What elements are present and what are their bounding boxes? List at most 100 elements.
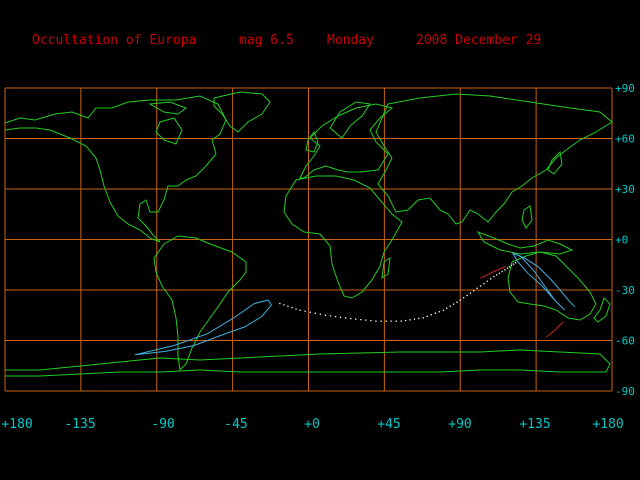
latitude-label: +60 [615, 133, 635, 146]
central-track-point [405, 319, 407, 322]
central-track-point [390, 320, 392, 322]
coast-europe [299, 103, 394, 179]
central-track-point [483, 283, 485, 285]
latitude-label: -90 [615, 385, 635, 398]
longitude-label: -135 [64, 417, 95, 432]
longitude-label: -45 [224, 417, 247, 432]
latitude-label: +30 [615, 183, 635, 196]
central-track-point [430, 314, 432, 316]
central-track-point [304, 310, 306, 312]
central-track-point [456, 301, 458, 303]
central-track-point [350, 318, 352, 320]
title-weekday: Monday [327, 33, 374, 48]
longitude-label: +90 [448, 417, 471, 432]
central-track-point [426, 315, 428, 317]
central-track-point [508, 266, 511, 268]
central-track-point [449, 305, 451, 307]
central-track-point [283, 304, 285, 306]
coast-antarctica [5, 349, 611, 377]
central-track-point [409, 319, 411, 321]
central-track-point [370, 320, 372, 322]
longitude-label: +0 [304, 417, 320, 432]
central-track-point [438, 311, 440, 313]
longitude-label: +180 [592, 417, 623, 432]
occultation-map: Occultation of Europa mag 6.5 Monday 200… [1, 33, 635, 432]
coast-new-zealand [593, 297, 611, 323]
central-track-point [413, 318, 416, 320]
inner-limit-line [512, 252, 566, 311]
central-track-point [295, 308, 297, 310]
occultation-tracks [134, 252, 576, 356]
central-track-point [434, 312, 436, 314]
latitude-labels: +90 +60 +30 +0 -30 -60 -90 [615, 82, 635, 398]
central-track-point [380, 320, 382, 322]
central-track-point [442, 309, 445, 311]
title-object: Occultation of Europa [32, 33, 196, 48]
central-track-point [501, 270, 503, 273]
central-track-point [418, 317, 420, 320]
central-track-point [422, 317, 424, 319]
central-track-point [299, 309, 301, 311]
central-track-point [324, 314, 327, 316]
coast-britain [305, 130, 319, 153]
central-track-point [486, 280, 488, 282]
central-track-point [395, 320, 397, 322]
coast-indonesia [476, 231, 574, 255]
central-track-point [385, 320, 387, 322]
northern-limit-line [512, 252, 576, 308]
central-track-point [506, 267, 509, 269]
coast-scandinavia [329, 101, 371, 139]
coast-madagascar [381, 256, 391, 280]
title-magnitude: mag 6.5 [239, 33, 294, 48]
central-track-point [309, 311, 311, 313]
central-track-point [329, 315, 332, 317]
central-track-point [287, 305, 289, 307]
longitude-label: +135 [519, 417, 550, 432]
central-track-point [469, 292, 472, 294]
central-track-point [490, 278, 492, 280]
latitude-label: -60 [615, 335, 635, 348]
central-track-point [459, 299, 461, 301]
daylight-track-segment [480, 265, 506, 279]
coast-arctic-islands [148, 101, 188, 145]
latitude-label: +90 [615, 82, 635, 95]
central-track-point [446, 307, 448, 309]
coordinate-grid [4, 87, 613, 392]
central-track-point [504, 269, 506, 271]
latitude-label: -30 [615, 284, 635, 297]
central-track-point [365, 319, 367, 321]
central-track-point [512, 263, 515, 265]
central-track-point [314, 312, 316, 314]
central-track-point [452, 303, 455, 305]
central-track-point [360, 319, 362, 321]
latitude-label: +0 [615, 234, 628, 247]
central-track-point [279, 302, 281, 305]
longitude-labels: +180 -135 -90 -45 +0 +45 +90 +135 +180 [1, 417, 623, 432]
central-track-point [466, 294, 468, 297]
longitude-label: +45 [377, 417, 400, 432]
coast-philippines [521, 205, 533, 229]
coast-australia [507, 251, 597, 321]
central-track-point [400, 320, 402, 322]
central-track-point [479, 285, 482, 287]
coast-asia [375, 93, 613, 225]
longitude-label: -90 [151, 417, 174, 432]
central-track-point [510, 264, 513, 267]
central-track-point [515, 262, 517, 264]
central-track-point [375, 320, 377, 322]
central-track-point [355, 318, 357, 320]
central-track-point [339, 316, 342, 318]
coast-north-america [4, 95, 227, 243]
daylight-track-segment [545, 321, 564, 338]
central-track-point [319, 313, 321, 315]
longitude-label: +180 [1, 417, 32, 432]
central-track-point [498, 272, 501, 274]
central-track-point [496, 274, 498, 276]
central-track-point [476, 287, 478, 289]
title-date: 2008 December 29 [416, 33, 541, 48]
central-track-point [334, 316, 337, 318]
central-track-point [493, 275, 495, 278]
central-track-point [291, 306, 293, 309]
central-track-point [345, 317, 347, 319]
central-track-point [463, 297, 465, 299]
